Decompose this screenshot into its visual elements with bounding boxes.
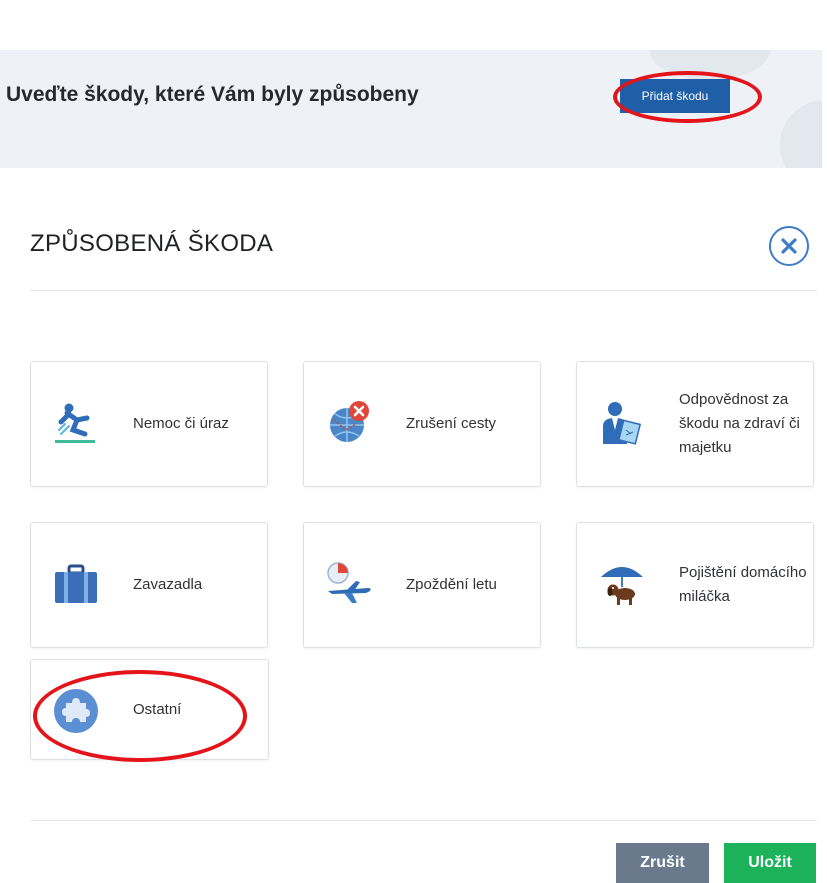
close-button[interactable] <box>769 226 809 266</box>
banner-title: Uveďte škody, které Vám byly způsobeny <box>6 83 419 106</box>
category-label: Ostatní <box>133 700 182 718</box>
liability-person-icon <box>603 402 642 445</box>
category-label: Pojištění domácího miláčka <box>679 564 807 605</box>
category-label: Zpoždění letu <box>406 576 497 593</box>
plane-delay-icon <box>327 562 371 603</box>
pet-umbrella-icon <box>601 567 643 605</box>
category-label: Odpovědnost za škodu na zdraví či majetk… <box>679 391 800 456</box>
category-card-illness-injury[interactable]: Nemoc či úraz <box>30 361 268 487</box>
category-label: Nemoc či úraz <box>133 415 229 432</box>
category-card-trip-cancellation[interactable]: Zrušení cesty <box>303 361 541 487</box>
header-divider <box>30 290 817 291</box>
category-card-pet-insurance[interactable]: Pojištění domácího miláčka <box>576 522 814 648</box>
category-label: Zavazadla <box>133 576 203 593</box>
add-damage-button[interactable]: Přidat škodu <box>620 79 730 113</box>
close-icon <box>781 238 797 254</box>
cancel-button[interactable]: Zrušit <box>616 843 709 883</box>
puzzle-icon <box>54 689 98 733</box>
suitcase-icon <box>55 564 97 603</box>
injury-fall-icon <box>55 403 95 443</box>
banner-cloud-decoration <box>650 50 770 80</box>
category-card-other[interactable]: Ostatní <box>30 659 269 760</box>
category-label: Zrušení cesty <box>406 415 497 432</box>
modal-title: ZPŮSOBENÁ ŠKODA <box>30 230 274 257</box>
save-button[interactable]: Uložit <box>724 843 816 883</box>
footer-divider <box>30 820 817 821</box>
category-card-flight-delay[interactable]: Zpoždění letu <box>303 522 541 648</box>
category-card-liability[interactable]: Odpovědnost za škodu na zdraví či majetk… <box>576 361 814 487</box>
category-card-luggage[interactable]: Zavazadla <box>30 522 268 648</box>
globe-cancel-icon <box>330 401 369 442</box>
banner-cloud-decoration <box>780 100 822 168</box>
